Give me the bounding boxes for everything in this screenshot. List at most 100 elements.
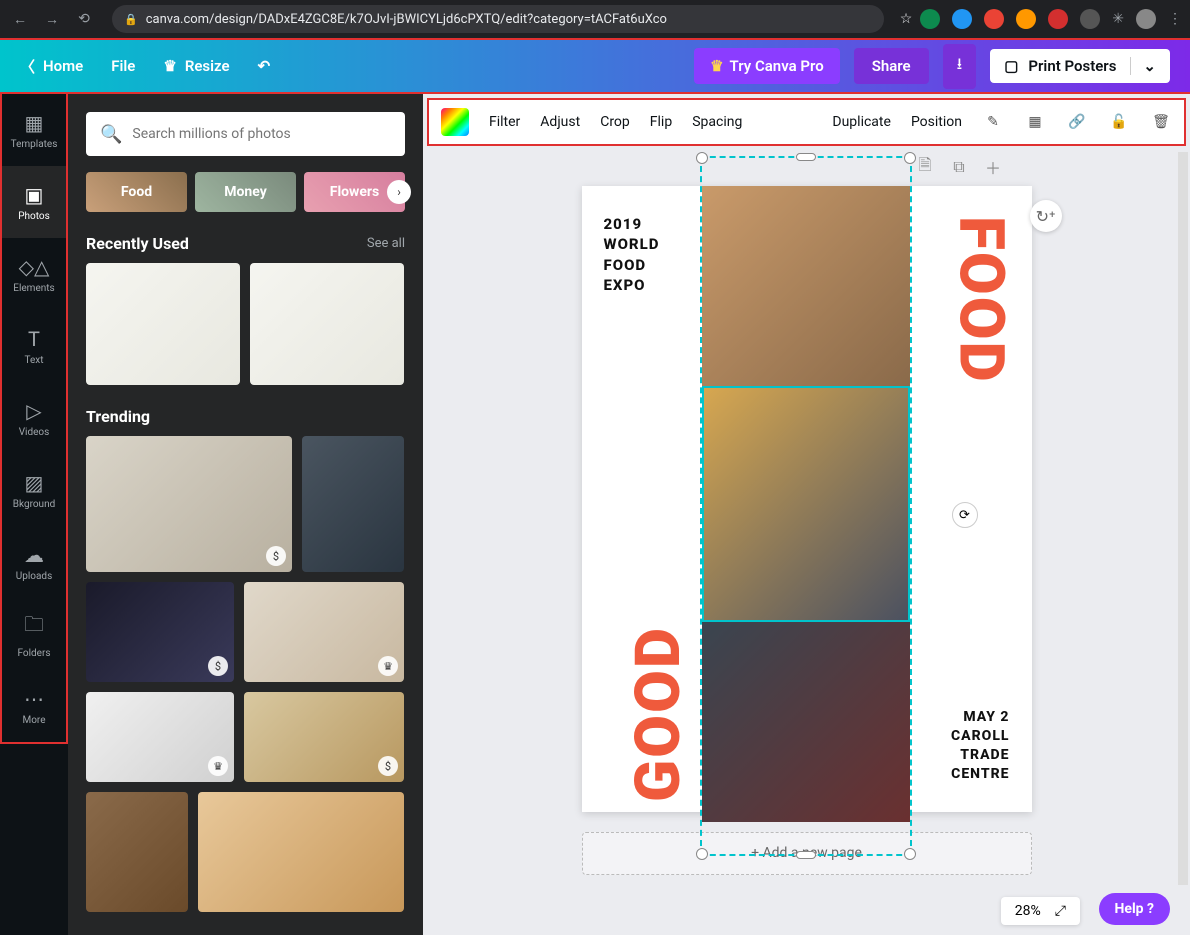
spacing-button[interactable]: Spacing [692,114,742,130]
color-swatch[interactable] [441,108,469,136]
print-posters-button[interactable]: ▢ Print Posters ⌄ [990,49,1170,83]
search-field[interactable] [132,126,391,142]
ext-icon[interactable] [920,9,940,29]
copy-style-icon[interactable]: ✎ [982,111,1004,133]
adjust-button[interactable]: Adjust [540,114,580,130]
back-icon[interactable]: ← [8,7,32,31]
see-all-link[interactable]: See all [367,236,405,251]
reload-icon[interactable]: ⟲ [72,7,96,31]
line: CENTRE [951,765,1010,784]
copy-page-icon[interactable]: ⧉ [948,156,970,178]
scrollbar[interactable] [1178,152,1188,885]
crop-button[interactable]: Crop [600,114,630,130]
rail-uploads[interactable]: ☁ Uploads [2,526,66,598]
trending-thumb[interactable]: $ [86,436,292,572]
rail-text[interactable]: TText [2,310,66,382]
ext-icon[interactable] [1016,9,1036,29]
file-menu[interactable]: File [111,57,135,75]
search-input[interactable]: 🔍 [86,112,405,156]
url-text: canva.com/design/DADxE4ZGC8E/k7OJvI-jBWI… [146,12,667,27]
line: WORLD [604,234,660,254]
app-topbar: 〈 Home File ♛ Resize ↶ ♛ Try Canva Pro S… [0,38,1190,94]
uploads-icon: ☁ [24,543,44,567]
templates-icon: ▦ [25,111,44,135]
download-button[interactable]: ⭳ [943,44,977,89]
rail-videos[interactable]: ▷Videos [2,382,66,454]
rail-elements[interactable]: ◇△Elements [2,238,66,310]
resize-handle[interactable] [796,851,816,859]
filter-button[interactable]: Filter [489,114,520,130]
category-food[interactable]: Food [86,172,187,212]
forward-icon[interactable]: → [40,7,64,31]
undo-button[interactable]: ↶ [258,57,271,75]
resize-handle[interactable] [904,152,916,164]
selection-inner[interactable] [702,386,910,622]
remix-icon[interactable]: ↻⁺ [1030,200,1062,232]
category-next[interactable]: › [387,180,411,204]
extension-icons: ✳ ⋮ [920,9,1182,29]
ext-icon[interactable] [952,9,972,29]
resize-handle[interactable] [696,848,708,860]
rail-folders[interactable]: 🗀Folders [2,598,66,670]
notes-icon[interactable]: 🗎 [914,156,936,178]
poster-text-bottomright[interactable]: MAY 2 CAROLL TRADE CENTRE [951,708,1010,784]
browser-bar: ← → ⟲ 🔒 canva.com/design/DADxE4ZGC8E/k7O… [0,0,1190,38]
poster-text-good[interactable]: GOOD [622,626,695,802]
videos-icon: ▷ [26,399,41,423]
poster-text-food[interactable]: FOOD [945,216,1018,384]
rail-photos[interactable]: ▣Photos [2,166,66,238]
trending-thumb[interactable] [198,792,404,912]
add-page-icon[interactable]: ＋ [982,156,1004,178]
rail-more[interactable]: ⋯More [2,670,66,742]
rotate-handle[interactable]: ⟳ [952,502,978,528]
trending-thumb[interactable] [86,792,188,912]
category-money[interactable]: Money [195,172,296,212]
line: EXPO [604,275,660,295]
chevron-down-icon: ⌄ [1130,57,1156,75]
link-icon[interactable]: 🔗 [1066,111,1088,133]
zoom-control[interactable]: 28% ⤢ [1001,897,1080,925]
resize-handle[interactable] [696,152,708,164]
url-bar[interactable]: 🔒 canva.com/design/DADxE4ZGC8E/k7OJvI-jB… [112,5,884,33]
recent-thumb[interactable] [250,263,404,385]
poster-text-topleft[interactable]: 2019 WORLD FOOD EXPO [604,214,660,295]
file-label: File [111,57,135,75]
lock-icon[interactable]: 🔓 [1108,111,1130,133]
trending-thumb[interactable]: ♛ [244,582,404,682]
trending-thumb[interactable]: ♛ [86,692,234,782]
rail-templates[interactable]: ▦Templates [2,94,66,166]
trending-thumb[interactable]: $ [244,692,404,782]
help-label: Help ? [1115,901,1154,917]
duplicate-button[interactable]: Duplicate [832,114,891,130]
try-pro-button[interactable]: ♛ Try Canva Pro [694,48,840,84]
rail-background[interactable]: ▨Bkground [2,454,66,526]
trending-thumb[interactable]: $ [86,582,234,682]
more-icon: ⋯ [24,687,44,711]
ext-icon[interactable]: ✳ [1112,11,1124,27]
star-icon[interactable]: ☆ [900,11,913,27]
ext-icon[interactable] [1048,9,1068,29]
ext-icon[interactable] [984,9,1004,29]
flip-button[interactable]: Flip [650,114,672,130]
avatar[interactable] [1136,9,1156,29]
fullscreen-icon[interactable]: ⤢ [1055,903,1066,919]
ext-icon[interactable] [1080,9,1100,29]
home-label: Home [43,57,83,75]
menu-icon[interactable]: ⋮ [1168,11,1182,27]
share-button[interactable]: Share [854,48,929,84]
help-button[interactable]: Help ? [1099,893,1170,925]
resize-menu[interactable]: ♛ Resize [163,57,229,75]
recent-thumb[interactable] [86,263,240,385]
bkground-icon: ▨ [25,471,44,495]
design-page[interactable]: ↻⁺ 2019 WORLD FOOD EXPO FOOD GOOD MAY 2 … [582,186,1032,812]
resize-handle[interactable] [796,153,816,161]
position-button[interactable]: Position [911,114,962,130]
delete-icon[interactable]: 🗑 [1150,111,1172,133]
transparency-icon[interactable]: ▦ [1024,111,1046,133]
resize-handle[interactable] [904,848,916,860]
trending-thumb[interactable] [302,436,404,572]
rail-label: Uploads [16,571,52,582]
home-button[interactable]: 〈 Home [20,56,83,77]
photos-icon: ▣ [25,183,44,207]
canvas-scroll[interactable]: 🗎 ⧉ ＋ ↻⁺ 2019 WORLD FOOD EXPO FOOD GOOD [423,150,1190,935]
